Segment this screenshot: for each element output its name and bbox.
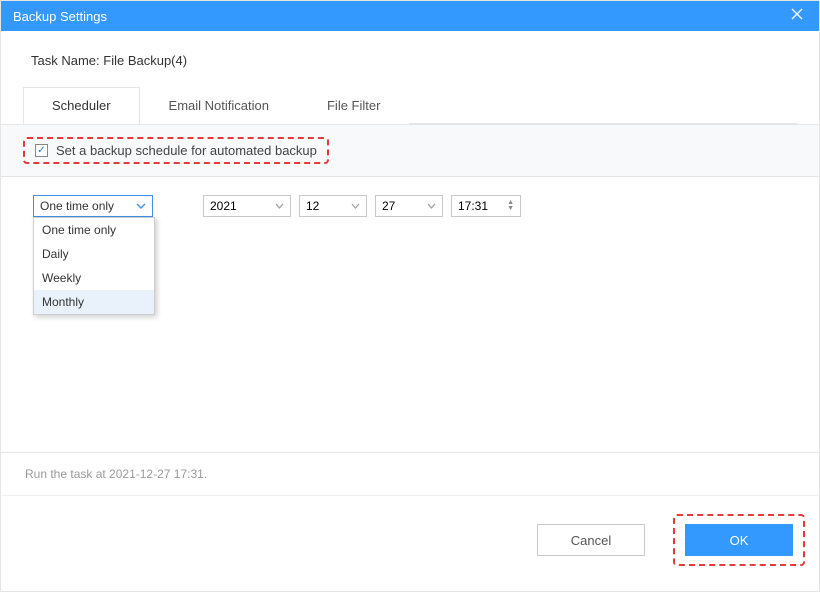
close-icon[interactable] [787,7,807,25]
chevron-down-icon [136,201,146,212]
check-icon: ✓ [35,144,48,157]
frequency-option-one-time[interactable]: One time only [34,218,154,242]
time-spinner[interactable]: 17:31 ▲▼ [451,195,521,217]
footer-note: Run the task at 2021-12-27 17:31. [1,452,819,495]
day-select[interactable]: 27 [375,195,443,217]
month-select[interactable]: 12 [299,195,367,217]
titlebar: Backup Settings [1,1,819,31]
schedule-form: One time only One time only Daily Weekly… [23,177,797,452]
highlight-schedule-checkbox: ✓ Set a backup schedule for automated ba… [23,137,329,164]
schedule-checkbox-label: Set a backup schedule for automated back… [56,143,317,158]
schedule-toggle-bar: ✓ Set a backup schedule for automated ba… [1,124,819,177]
chevron-down-icon [351,201,360,212]
frequency-option-monthly[interactable]: Monthly [34,290,154,314]
tab-scheduler[interactable]: Scheduler [23,87,140,124]
tabs: Scheduler Email Notification File Filter [23,86,797,124]
tab-file-filter[interactable]: File Filter [298,87,409,124]
ok-button[interactable]: OK [685,524,793,556]
frequency-option-weekly[interactable]: Weekly [34,266,154,290]
year-select[interactable]: 2021 [203,195,291,217]
cancel-button[interactable]: Cancel [537,524,645,556]
frequency-select[interactable]: One time only [33,195,153,217]
chevron-down-icon [275,201,284,212]
tab-email-notification[interactable]: Email Notification [140,87,298,124]
highlight-ok-button: OK [673,514,805,566]
chevron-down-icon [427,201,436,212]
window-title: Backup Settings [13,9,107,24]
task-name: Task Name: File Backup(4) [23,53,797,68]
frequency-select-value: One time only [40,199,114,213]
frequency-dropdown: One time only Daily Weekly Monthly [33,217,155,315]
date-time-row: 2021 12 27 17:31 ▲▼ [203,195,521,217]
frequency-option-daily[interactable]: Daily [34,242,154,266]
spinner-icon: ▲▼ [507,200,514,212]
schedule-checkbox[interactable]: ✓ Set a backup schedule for automated ba… [35,143,317,158]
button-row: Cancel OK [1,495,819,584]
